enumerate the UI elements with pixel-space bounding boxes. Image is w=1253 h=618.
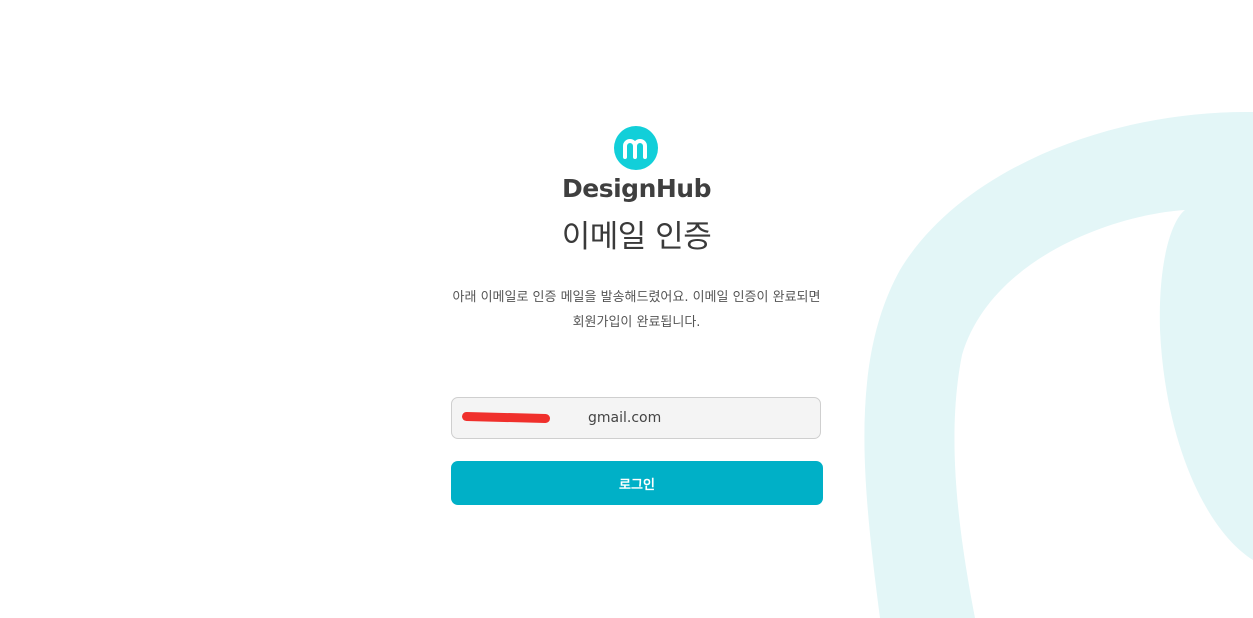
designhub-m-logo-icon [614,126,658,170]
description-line-2: 회원가입이 완료됩니다. [572,315,701,330]
description-line-1: 아래 이메일로 인증 메일을 발송해드렸어요. 이메일 인증이 완료되면 [452,290,821,305]
brand-name: DesignHub [562,174,711,203]
page-title: 이메일 인증 [561,219,712,255]
login-button[interactable]: 로그인 [451,461,823,505]
m-letter-icon [623,139,647,159]
email-verification-page: DesignHub 이메일 인증 아래 이메일로 인증 메일을 발송해드렸어요.… [0,0,1253,618]
